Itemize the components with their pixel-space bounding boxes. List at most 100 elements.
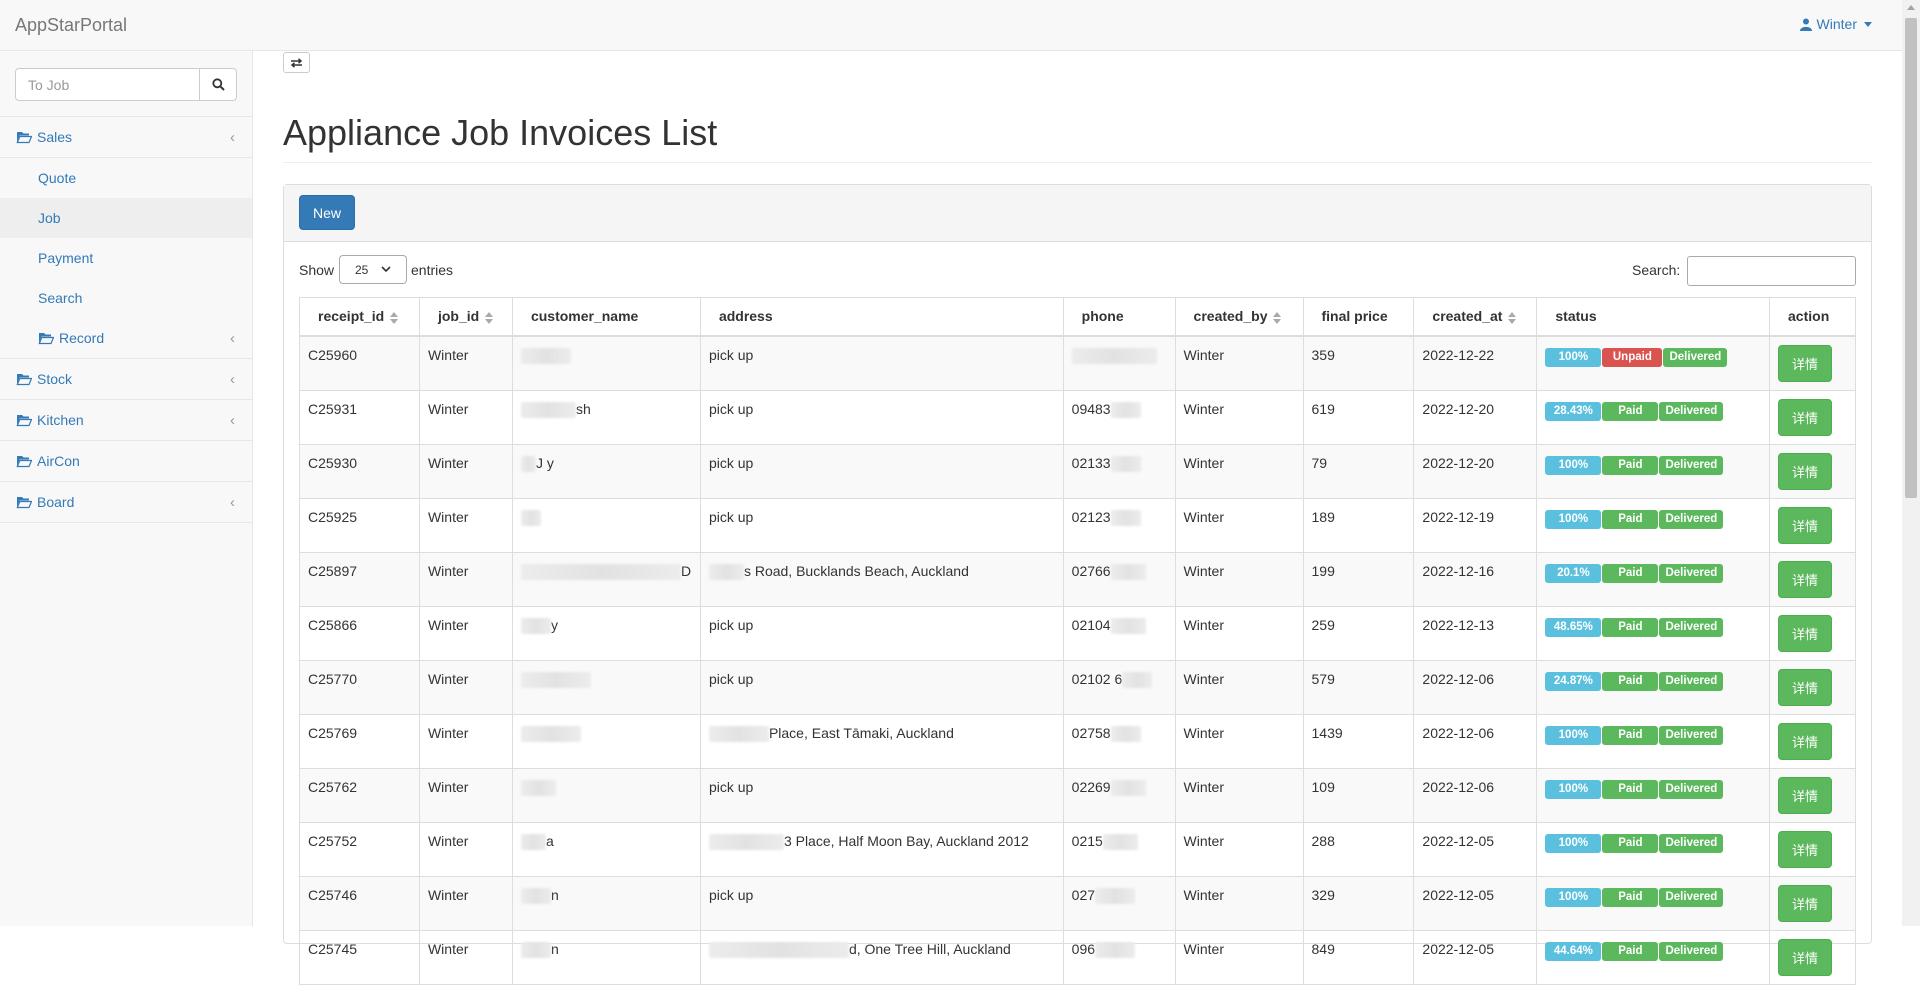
delivery-status-badge: Delivered bbox=[1659, 779, 1724, 799]
detail-button[interactable]: 详情 bbox=[1778, 506, 1833, 544]
cell-address: pick up bbox=[699, 443, 1064, 499]
detail-button[interactable]: 详情 bbox=[1778, 830, 1833, 868]
progress-badge: 100% bbox=[1545, 455, 1602, 475]
detail-button[interactable]: 详情 bbox=[1778, 344, 1833, 382]
job-search-button[interactable] bbox=[199, 68, 237, 101]
col-customer-name: customer_name bbox=[511, 297, 701, 337]
detail-button[interactable]: 详情 bbox=[1778, 614, 1833, 652]
redacted-block bbox=[1071, 347, 1157, 364]
folder-open-icon bbox=[16, 497, 32, 509]
scroll-up-arrow-icon[interactable] bbox=[1907, 5, 1915, 10]
col-created-by[interactable]: created_by bbox=[1174, 297, 1304, 337]
cell-phone: 02758 bbox=[1062, 713, 1176, 769]
cell-action: 详情 bbox=[1769, 659, 1856, 715]
cell-address: pick up bbox=[699, 497, 1064, 553]
chevron-left-icon: ‹ bbox=[230, 330, 235, 347]
address-text: pick up bbox=[708, 670, 754, 687]
sort-icon bbox=[485, 311, 494, 324]
payment-status-badge: Paid bbox=[1602, 563, 1659, 583]
sidebar-item-record[interactable]: Record ‹ bbox=[0, 318, 252, 359]
redacted-block bbox=[520, 401, 576, 418]
cell-address: pick up bbox=[699, 335, 1064, 391]
table-row: C25925 Winter pick up 02123 Winter 189 2022-12… bbox=[299, 497, 1856, 553]
sidebar-item-board[interactable]: Board ‹ bbox=[0, 482, 252, 523]
job-search-input[interactable] bbox=[15, 68, 200, 101]
redacted-block bbox=[1110, 779, 1146, 796]
progress-badge: 100% bbox=[1545, 833, 1602, 853]
col-job-id[interactable]: job_id bbox=[418, 297, 513, 337]
col-action: action bbox=[1769, 297, 1856, 337]
cell-created-at: 2022-12-05 bbox=[1413, 875, 1538, 931]
scrollbar-thumb[interactable] bbox=[1905, 18, 1917, 498]
column-label: customer_name bbox=[530, 308, 639, 325]
cell-final-price: 259 bbox=[1302, 605, 1415, 661]
sidebar-item-quote[interactable]: Quote bbox=[0, 158, 252, 198]
redacted-block bbox=[1095, 887, 1136, 904]
redacted-block bbox=[1095, 941, 1136, 958]
col-phone: phone bbox=[1062, 297, 1176, 337]
cell-created-at: 2022-12-22 bbox=[1413, 335, 1538, 391]
cell-customer-name bbox=[511, 659, 701, 715]
user-menu[interactable]: Winter bbox=[1799, 16, 1872, 32]
phone-text: 096 bbox=[1071, 940, 1096, 957]
sidebar-item-search[interactable]: Search bbox=[0, 278, 252, 318]
progress-badge: 24.87% bbox=[1545, 671, 1602, 691]
detail-button[interactable]: 详情 bbox=[1778, 938, 1833, 976]
cell-receipt-id: C25769 bbox=[299, 713, 420, 769]
sidebar-item-stock[interactable]: Stock ‹ bbox=[0, 359, 252, 400]
cell-job-id: Winter bbox=[418, 875, 513, 931]
sidebar-toggle-button[interactable] bbox=[283, 52, 310, 73]
cell-status: 100% Paid Delivered bbox=[1536, 497, 1771, 553]
cell-created-at: 2022-12-20 bbox=[1413, 389, 1538, 445]
payment-status-badge: Paid bbox=[1602, 509, 1659, 529]
cell-phone bbox=[1062, 335, 1176, 391]
detail-button[interactable]: 详情 bbox=[1778, 722, 1833, 760]
customer-name-text: n bbox=[550, 886, 559, 903]
page-length-select[interactable]: 25 bbox=[339, 255, 407, 284]
detail-button[interactable]: 详情 bbox=[1778, 776, 1833, 814]
detail-button[interactable]: 详情 bbox=[1778, 452, 1833, 490]
detail-button[interactable]: 详情 bbox=[1778, 398, 1833, 436]
redacted-block bbox=[708, 833, 784, 850]
chevron-down-icon bbox=[381, 266, 391, 273]
sidebar-item-payment[interactable]: Payment bbox=[0, 238, 252, 278]
brand-logo-text[interactable]: AppStarPortal bbox=[15, 15, 127, 36]
detail-button[interactable]: 详情 bbox=[1778, 560, 1833, 598]
phone-text: 027 bbox=[1071, 886, 1096, 903]
detail-button[interactable]: 详情 bbox=[1778, 884, 1833, 922]
redacted-block bbox=[1110, 455, 1141, 472]
column-label: address bbox=[718, 308, 773, 325]
payment-status-badge: Paid bbox=[1602, 941, 1659, 961]
cell-address: 3 Place, Half Moon Bay, Auckland 2012 bbox=[699, 821, 1064, 877]
invoices-panel: New Show 25 entries Search: receipt_id j… bbox=[283, 184, 1872, 985]
address-text: pick up bbox=[708, 886, 754, 903]
detail-button[interactable]: 详情 bbox=[1778, 668, 1833, 706]
redacted-block bbox=[1110, 401, 1141, 418]
delivery-status-badge: Delivered bbox=[1659, 617, 1724, 637]
new-invoice-button[interactable]: New bbox=[299, 195, 355, 230]
cell-action: 详情 bbox=[1769, 821, 1856, 877]
cell-phone: 02269 bbox=[1062, 767, 1176, 823]
col-created-at[interactable]: created_at bbox=[1413, 297, 1538, 337]
folder-open-icon bbox=[16, 374, 32, 386]
sidebar-item-job[interactable]: Job bbox=[0, 198, 252, 238]
payment-status-badge: Paid bbox=[1602, 887, 1659, 907]
cell-action: 详情 bbox=[1769, 443, 1856, 499]
phone-text: 02269 bbox=[1071, 778, 1111, 795]
sidebar-item-aircon[interactable]: AirCon bbox=[0, 441, 252, 482]
cell-status: 100% Unpaid Delivered bbox=[1536, 335, 1771, 391]
cell-phone: 09483 bbox=[1062, 389, 1176, 445]
page-scrollbar[interactable] bbox=[1902, 0, 1920, 926]
address-text: pick up bbox=[708, 454, 754, 471]
cell-action: 详情 bbox=[1769, 335, 1856, 391]
chevron-left-icon: ‹ bbox=[230, 129, 235, 146]
cell-created-by: Winter bbox=[1174, 875, 1304, 931]
sidebar-item-sales[interactable]: Sales ‹ bbox=[0, 117, 252, 158]
cell-address: pick up bbox=[699, 605, 1064, 661]
cell-created-at: 2022-12-06 bbox=[1413, 767, 1538, 823]
col-receipt-id[interactable]: receipt_id bbox=[299, 297, 420, 337]
table-search-input[interactable] bbox=[1687, 256, 1856, 286]
sidebar-item-kitchen[interactable]: Kitchen ‹ bbox=[0, 400, 252, 441]
delivery-status-badge: Delivered bbox=[1663, 347, 1728, 367]
folder-open-icon bbox=[16, 415, 32, 427]
